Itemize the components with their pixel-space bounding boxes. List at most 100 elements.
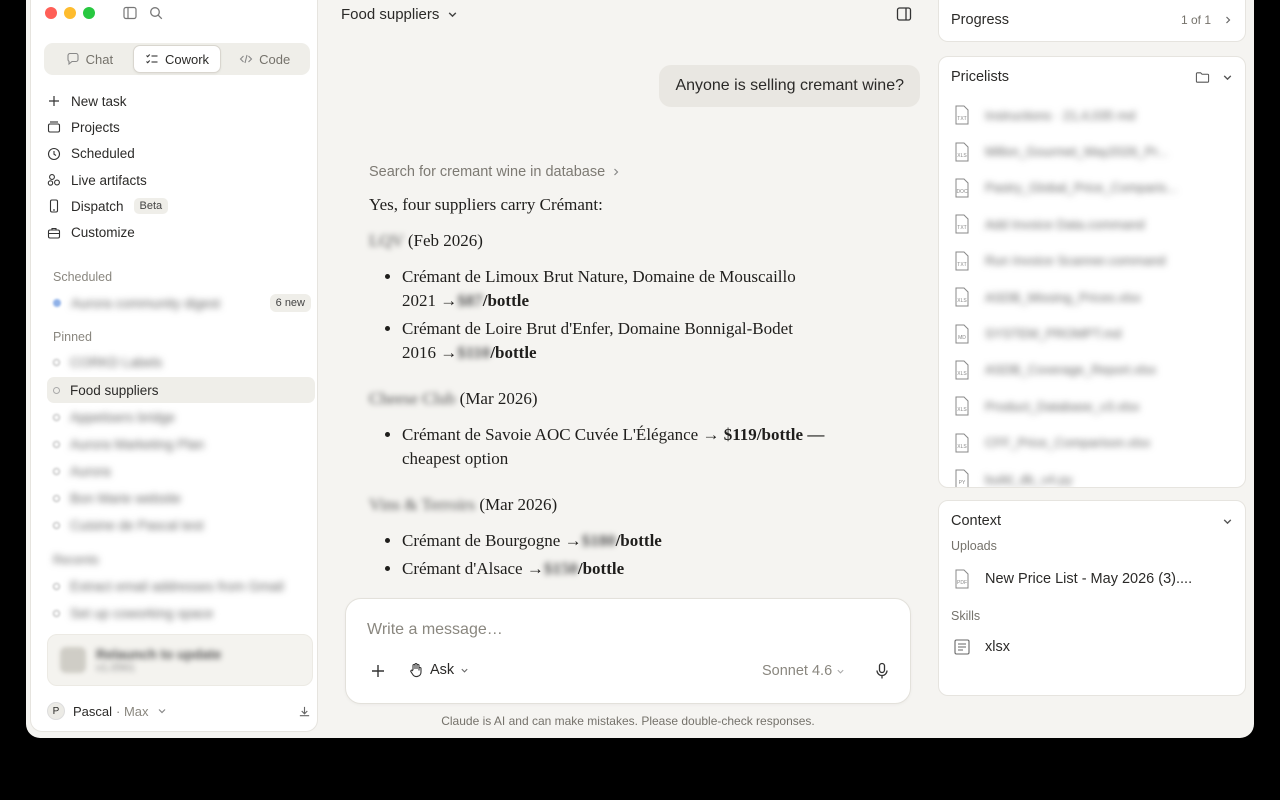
product-item: Crémant de Bourgogne →$180/bottle	[402, 529, 889, 553]
pinned-item-food-suppliers[interactable]: Food suppliers	[47, 377, 315, 403]
mode-switcher: Chat Cowork Code	[44, 43, 310, 75]
skill-item[interactable]: xlsx	[939, 631, 1245, 663]
nav-dispatch[interactable]: Dispatch Beta	[47, 193, 307, 219]
panel-toggle-icon[interactable]	[896, 6, 912, 22]
product-name: Crémant d'Alsace →	[402, 559, 544, 578]
pinned-dot-icon	[53, 386, 60, 394]
pricelist-file-name: ASDB_Missing_Prices.xlsx	[985, 289, 1142, 305]
supplier-date: (Feb 2026)	[407, 231, 483, 250]
user-message: Anyone is selling cremant wine?	[659, 65, 920, 107]
checklist-icon	[146, 54, 158, 64]
recent-item[interactable]: Set up coworking space	[47, 600, 315, 626]
update-subtitle: v1.0561	[96, 661, 136, 674]
price-unit: /bottle	[577, 559, 625, 578]
nav-dispatch-label: Dispatch	[71, 198, 124, 214]
pricelist-file-item[interactable]: TXT Instructions · 21,4,035 md	[939, 97, 1245, 133]
answer-intro: Yes, four suppliers carry Crémant:	[369, 195, 603, 214]
pinned-item[interactable]: Aurora Marketing Plan	[47, 431, 315, 457]
user-plan: · Max	[116, 703, 149, 719]
context-header[interactable]: Context	[939, 501, 1245, 541]
product-name: Crémant de Loire Brut d'Enfer, Domaine B…	[402, 319, 793, 338]
supplier-date: (Mar 2026)	[459, 389, 538, 408]
mode-select[interactable]: Ask	[408, 662, 469, 678]
recents-section-label: Recents	[53, 553, 99, 567]
scheduled-item[interactable]: Aurora community digest 6 new	[47, 290, 315, 316]
maximize-window-button[interactable]	[83, 7, 95, 19]
pricelist-file-item[interactable]: XLS ASDB_Coverage_Report.xlsx	[939, 352, 1245, 388]
pricelist-file-item[interactable]: PY build_db_v4.py	[939, 461, 1245, 487]
pricelist-file-item[interactable]: TXT Add Invoice Data.command	[939, 206, 1245, 242]
pricelist-file-name: Add Invoice Data.command	[985, 216, 1145, 232]
file-icon: PY	[955, 469, 969, 487]
user-menu[interactable]: P Pascal · Max	[47, 700, 311, 722]
upload-file-item[interactable]: PDF New Price List - May 2026 (3)....	[939, 563, 1245, 595]
pricelist-file-name: SYSTEM_PROMPT.md	[985, 326, 1122, 342]
sidebar-toggle-icon[interactable]	[123, 6, 137, 20]
nav-projects[interactable]: Projects	[47, 114, 307, 140]
tool-call-summary[interactable]: Search for cremant wine in database	[369, 164, 621, 180]
recent-item[interactable]: Extract email addresses from Gmail	[47, 573, 315, 599]
pinned-item-label: Aurora	[70, 463, 111, 479]
minimize-window-button[interactable]	[64, 7, 76, 19]
uploads-label: Uploads	[951, 539, 997, 553]
message-composer: Write a message… Ask Sonnet 4.6	[345, 598, 911, 704]
tab-chat[interactable]: Chat	[46, 45, 133, 73]
pricelist-file-name: ASDB_Coverage_Report.xlsx	[985, 362, 1157, 378]
window-controls	[45, 7, 95, 19]
pricelist-file-name: CFF_Price_Comparison.xlsx	[985, 435, 1151, 451]
update-title: Relaunch to update	[96, 646, 222, 662]
supplier-heading: Vins & Terroirs (Mar 2026)	[369, 493, 889, 517]
chevron-down-icon[interactable]	[1222, 72, 1233, 83]
nav-new-task[interactable]: New task	[47, 88, 307, 114]
plus-icon	[49, 96, 59, 107]
update-card[interactable]: Relaunch to update v1.0561	[47, 634, 313, 686]
download-icon[interactable]	[298, 705, 311, 718]
pricelist-file-item[interactable]: MD SYSTEM_PROMPT.md	[939, 315, 1245, 351]
file-type-label: XLS	[957, 444, 967, 450]
file-type-label: DOC	[956, 189, 968, 195]
conversation-title[interactable]: Food suppliers	[341, 6, 458, 23]
close-window-button[interactable]	[45, 7, 57, 19]
product-price: $87	[457, 291, 483, 310]
tab-code[interactable]: Code	[221, 45, 308, 73]
tab-cowork[interactable]: Cowork	[132, 45, 222, 73]
pinned-item[interactable]: CORKD Labels	[47, 349, 315, 375]
pinned-item[interactable]: Appetisers bridge	[47, 404, 315, 430]
pinned-item[interactable]: Aurora	[47, 458, 315, 484]
pinned-item[interactable]: Bon Marie website	[47, 485, 315, 511]
nav-customize[interactable]: Customize	[47, 219, 307, 245]
search-icon[interactable]	[149, 6, 163, 20]
file-icon: DOC	[955, 178, 969, 198]
file-type-label: PDF	[957, 580, 967, 586]
progress-card[interactable]: Progress 1 of 1	[938, 0, 1246, 42]
nav-new-task-label: New task	[71, 93, 127, 109]
pricelists-header[interactable]: Pricelists	[939, 57, 1245, 97]
pricelist-file-item[interactable]: XLS Product_Database_v3.xlsx	[939, 388, 1245, 424]
pricelist-file-name: Run Invoice Scanner.command	[985, 253, 1166, 269]
pricelist-file-item[interactable]: XLS Millon_Gourmet_May2026_Pr...	[939, 133, 1245, 169]
recent-item-label: Extract email addresses from Gmail	[70, 578, 284, 594]
pricelist-file-item[interactable]: DOC Pastry_Global_Price_Comparis...	[939, 170, 1245, 206]
nav-live-artifacts-label: Live artifacts	[71, 172, 147, 188]
message-input[interactable]: Write a message…	[367, 621, 503, 639]
pinned-item-label: Cuisine de Pascal test	[70, 517, 204, 533]
price-unit: /bottle	[756, 425, 804, 444]
model-select[interactable]: Sonnet 4.6	[762, 663, 845, 679]
pricelist-file-item[interactable]: TXT Run Invoice Scanner.command	[939, 243, 1245, 279]
pricelist-file-item[interactable]: XLS CFF_Price_Comparison.xlsx	[939, 425, 1245, 461]
recent-item-label: Set up coworking space	[70, 605, 214, 621]
product-name: Crémant de Savoie AOC Cuvée L'Élégance →	[402, 425, 720, 444]
conversation-title-label: Food suppliers	[341, 6, 440, 23]
pricelists-card: Pricelists TXT Instructions · 21,4,035 md…	[938, 56, 1246, 488]
assistant-message: Yes, four suppliers carry Crémant: LQV (…	[369, 193, 889, 595]
attach-plus-icon[interactable]	[370, 663, 386, 679]
clock-icon	[47, 147, 61, 160]
pricelist-file-item[interactable]: XLS ASDB_Missing_Prices.xlsx	[939, 279, 1245, 315]
microphone-icon[interactable]	[874, 662, 890, 680]
pinned-item[interactable]: Cuisine de Pascal test	[47, 512, 315, 538]
product-price: $150	[543, 559, 578, 578]
nav-live-artifacts[interactable]: Live artifacts	[47, 167, 307, 193]
nav-scheduled[interactable]: Scheduled	[47, 141, 307, 167]
folder-icon[interactable]	[1195, 70, 1210, 85]
price-unit: /bottle	[615, 531, 662, 550]
